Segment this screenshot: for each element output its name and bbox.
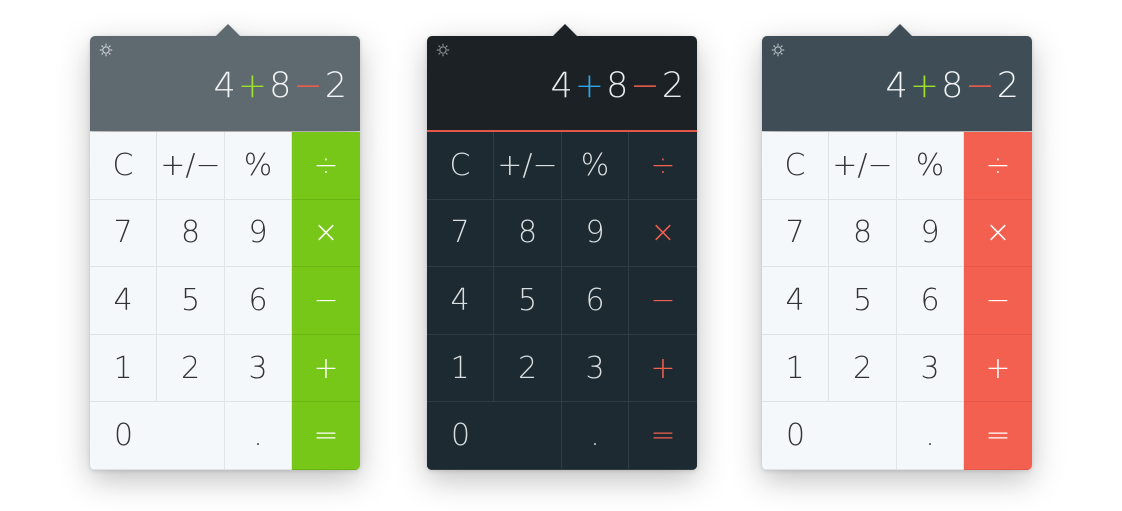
multiply-button[interactable]: × [964, 199, 1032, 268]
digit-7-button[interactable]: 7 [427, 199, 494, 268]
equals-button[interactable]: = [292, 402, 360, 470]
decimal-button[interactable]: . [562, 402, 629, 470]
operator: + [909, 66, 940, 106]
digit-1-button[interactable]: 1 [762, 334, 829, 403]
percent-button[interactable]: % [225, 132, 292, 200]
digit-3-button[interactable]: 3 [562, 334, 629, 403]
digit-2-button[interactable]: 2 [157, 334, 225, 403]
display: 4 + 8 − 2 [90, 36, 360, 131]
digit-2-button[interactable]: 2 [829, 334, 897, 403]
divide-button[interactable]: ÷ [292, 132, 360, 200]
digit-4-button[interactable]: 4 [762, 267, 829, 335]
operator: + [237, 66, 268, 106]
operand: 4 [213, 66, 236, 106]
operand: 8 [606, 66, 629, 106]
clear-button[interactable]: C [762, 132, 829, 200]
operator: − [630, 66, 660, 106]
minus-button[interactable]: − [964, 267, 1032, 335]
digit-7-button[interactable]: 7 [762, 199, 829, 268]
digit-3-button[interactable]: 3 [225, 334, 292, 403]
keypad: C +∕− % ÷ 7 8 9 × 4 5 6 − 1 2 3 + 0 . = [762, 132, 1032, 470]
digit-5-button[interactable]: 5 [829, 267, 897, 335]
display-expression: 4 + 8 − 2 [214, 66, 348, 106]
popover-arrow [553, 24, 577, 36]
percent-button[interactable]: % [897, 132, 964, 200]
gear-icon[interactable] [771, 43, 785, 57]
digit-0-button[interactable]: 0 [427, 402, 562, 470]
digit-5-button[interactable]: 5 [494, 267, 562, 335]
digit-6-button[interactable]: 6 [225, 267, 292, 335]
plus-button[interactable]: + [629, 334, 697, 403]
popover-arrow [888, 24, 912, 36]
percent-button[interactable]: % [562, 132, 629, 200]
sign-toggle-button[interactable]: +∕− [829, 132, 897, 200]
operand: 4 [550, 66, 573, 106]
digit-6-button[interactable]: 6 [562, 267, 629, 335]
digit-9-button[interactable]: 9 [562, 199, 629, 268]
divide-button[interactable]: ÷ [629, 132, 697, 200]
keypad: C +∕− % ÷ 7 8 9 × 4 5 6 − 1 2 3 + 0 . = [90, 132, 360, 470]
digit-0-button[interactable]: 0 [762, 402, 897, 470]
digit-2-button[interactable]: 2 [494, 334, 562, 403]
digit-0-button[interactable]: 0 [90, 402, 225, 470]
operand: 2 [661, 66, 684, 106]
operand: 8 [269, 66, 292, 106]
divide-button[interactable]: ÷ [964, 132, 1032, 200]
multiply-button[interactable]: × [292, 199, 360, 268]
display-expression: 4 + 8 − 2 [886, 66, 1020, 106]
plus-button[interactable]: + [964, 334, 1032, 403]
digit-4-button[interactable]: 4 [427, 267, 494, 335]
digit-8-button[interactable]: 8 [829, 199, 897, 268]
digit-8-button[interactable]: 8 [157, 199, 225, 268]
digit-6-button[interactable]: 6 [897, 267, 964, 335]
digit-4-button[interactable]: 4 [90, 267, 157, 335]
digit-8-button[interactable]: 8 [494, 199, 562, 268]
display: 4 + 8 − 2 [762, 36, 1032, 131]
digit-9-button[interactable]: 9 [225, 199, 292, 268]
operator: − [965, 66, 995, 106]
digit-1-button[interactable]: 1 [90, 334, 157, 403]
operand: 8 [941, 66, 964, 106]
sign-toggle-button[interactable]: +∕− [494, 132, 562, 200]
display: 4 + 8 − 2 [427, 36, 697, 132]
clear-button[interactable]: C [427, 132, 494, 200]
decimal-button[interactable]: . [897, 402, 964, 470]
digit-7-button[interactable]: 7 [90, 199, 157, 268]
popover-arrow [216, 24, 240, 36]
gear-icon[interactable] [436, 43, 450, 57]
gear-icon[interactable] [99, 43, 113, 57]
multiply-button[interactable]: × [629, 199, 697, 268]
operand: 2 [324, 66, 347, 106]
equals-button[interactable]: = [964, 402, 1032, 470]
minus-button[interactable]: − [292, 267, 360, 335]
digit-3-button[interactable]: 3 [897, 334, 964, 403]
calculator-light-red: 4 + 8 − 2 C +∕− % ÷ 7 8 9 × 4 5 6 − 1 2 … [762, 24, 1032, 470]
calculator-body: 4 + 8 − 2 C +∕− % ÷ 7 8 9 × 4 5 6 − 1 2 … [90, 36, 360, 470]
keypad: C +∕− % ÷ 7 8 9 × 4 5 6 − 1 2 3 + 0 . = [427, 132, 697, 470]
calculator-light-green: 4 + 8 − 2 C +∕− % ÷ 7 8 9 × 4 5 6 − 1 2 … [90, 24, 360, 470]
operator: − [293, 66, 323, 106]
equals-button[interactable]: = [629, 402, 697, 470]
digit-9-button[interactable]: 9 [897, 199, 964, 268]
display-expression: 4 + 8 − 2 [551, 66, 685, 106]
operator: + [574, 66, 605, 106]
sign-toggle-button[interactable]: +∕− [157, 132, 225, 200]
calculator-dark: 4 + 8 − 2 C +∕− % ÷ 7 8 9 × 4 5 6 − 1 2 … [427, 24, 697, 470]
digit-1-button[interactable]: 1 [427, 334, 494, 403]
minus-button[interactable]: − [629, 267, 697, 335]
calculator-body: 4 + 8 − 2 C +∕− % ÷ 7 8 9 × 4 5 6 − 1 2 … [427, 36, 697, 470]
clear-button[interactable]: C [90, 132, 157, 200]
plus-button[interactable]: + [292, 334, 360, 403]
digit-5-button[interactable]: 5 [157, 267, 225, 335]
calculator-body: 4 + 8 − 2 C +∕− % ÷ 7 8 9 × 4 5 6 − 1 2 … [762, 36, 1032, 470]
decimal-button[interactable]: . [225, 402, 292, 470]
operand: 4 [885, 66, 908, 106]
operand: 2 [996, 66, 1019, 106]
